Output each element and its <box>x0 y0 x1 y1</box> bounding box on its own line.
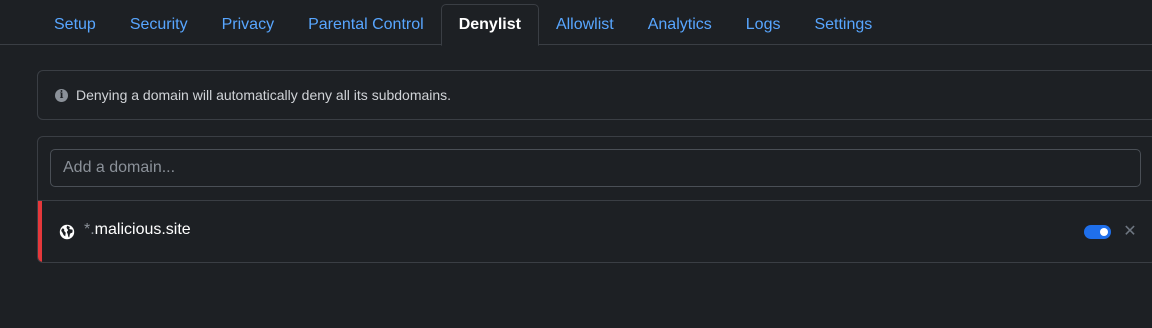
tab-security[interactable]: Security <box>113 4 205 45</box>
add-domain-wrapper <box>50 149 1141 187</box>
denylist-panel: *.malicious.site ✕ <box>37 136 1152 263</box>
add-domain-input[interactable] <box>50 149 1141 187</box>
top-nav-bar: Setup Security Privacy Parental Control … <box>0 0 1152 46</box>
globe-icon <box>59 224 75 240</box>
tab-setup[interactable]: Setup <box>37 4 113 45</box>
wildcard-prefix: *. <box>84 221 95 238</box>
remove-domain-button[interactable]: ✕ <box>1122 221 1138 241</box>
tab-allowlist[interactable]: Allowlist <box>539 4 631 45</box>
info-notice: i Denying a domain will automatically de… <box>37 70 1152 120</box>
tab-denylist[interactable]: Denylist <box>440 4 539 46</box>
tab-privacy[interactable]: Privacy <box>205 4 291 45</box>
tab-logs[interactable]: Logs <box>729 4 798 45</box>
tab-settings[interactable]: Settings <box>797 4 889 45</box>
deny-accent-bar <box>38 201 42 262</box>
info-icon: i <box>55 88 68 102</box>
toggle-knob <box>1100 228 1108 236</box>
tab-list: Setup Security Privacy Parental Control … <box>37 4 889 46</box>
tab-analytics[interactable]: Analytics <box>631 4 729 45</box>
close-icon: ✕ <box>1123 223 1137 240</box>
info-text: Denying a domain will automatically deny… <box>76 87 452 103</box>
tab-parental-control[interactable]: Parental Control <box>291 4 441 45</box>
domain-enabled-toggle[interactable] <box>1084 225 1111 239</box>
domain-label: malicious.site <box>94 221 191 238</box>
denylist-item: *.malicious.site ✕ <box>38 201 1152 262</box>
domain-name: *.malicious.site <box>84 221 191 239</box>
